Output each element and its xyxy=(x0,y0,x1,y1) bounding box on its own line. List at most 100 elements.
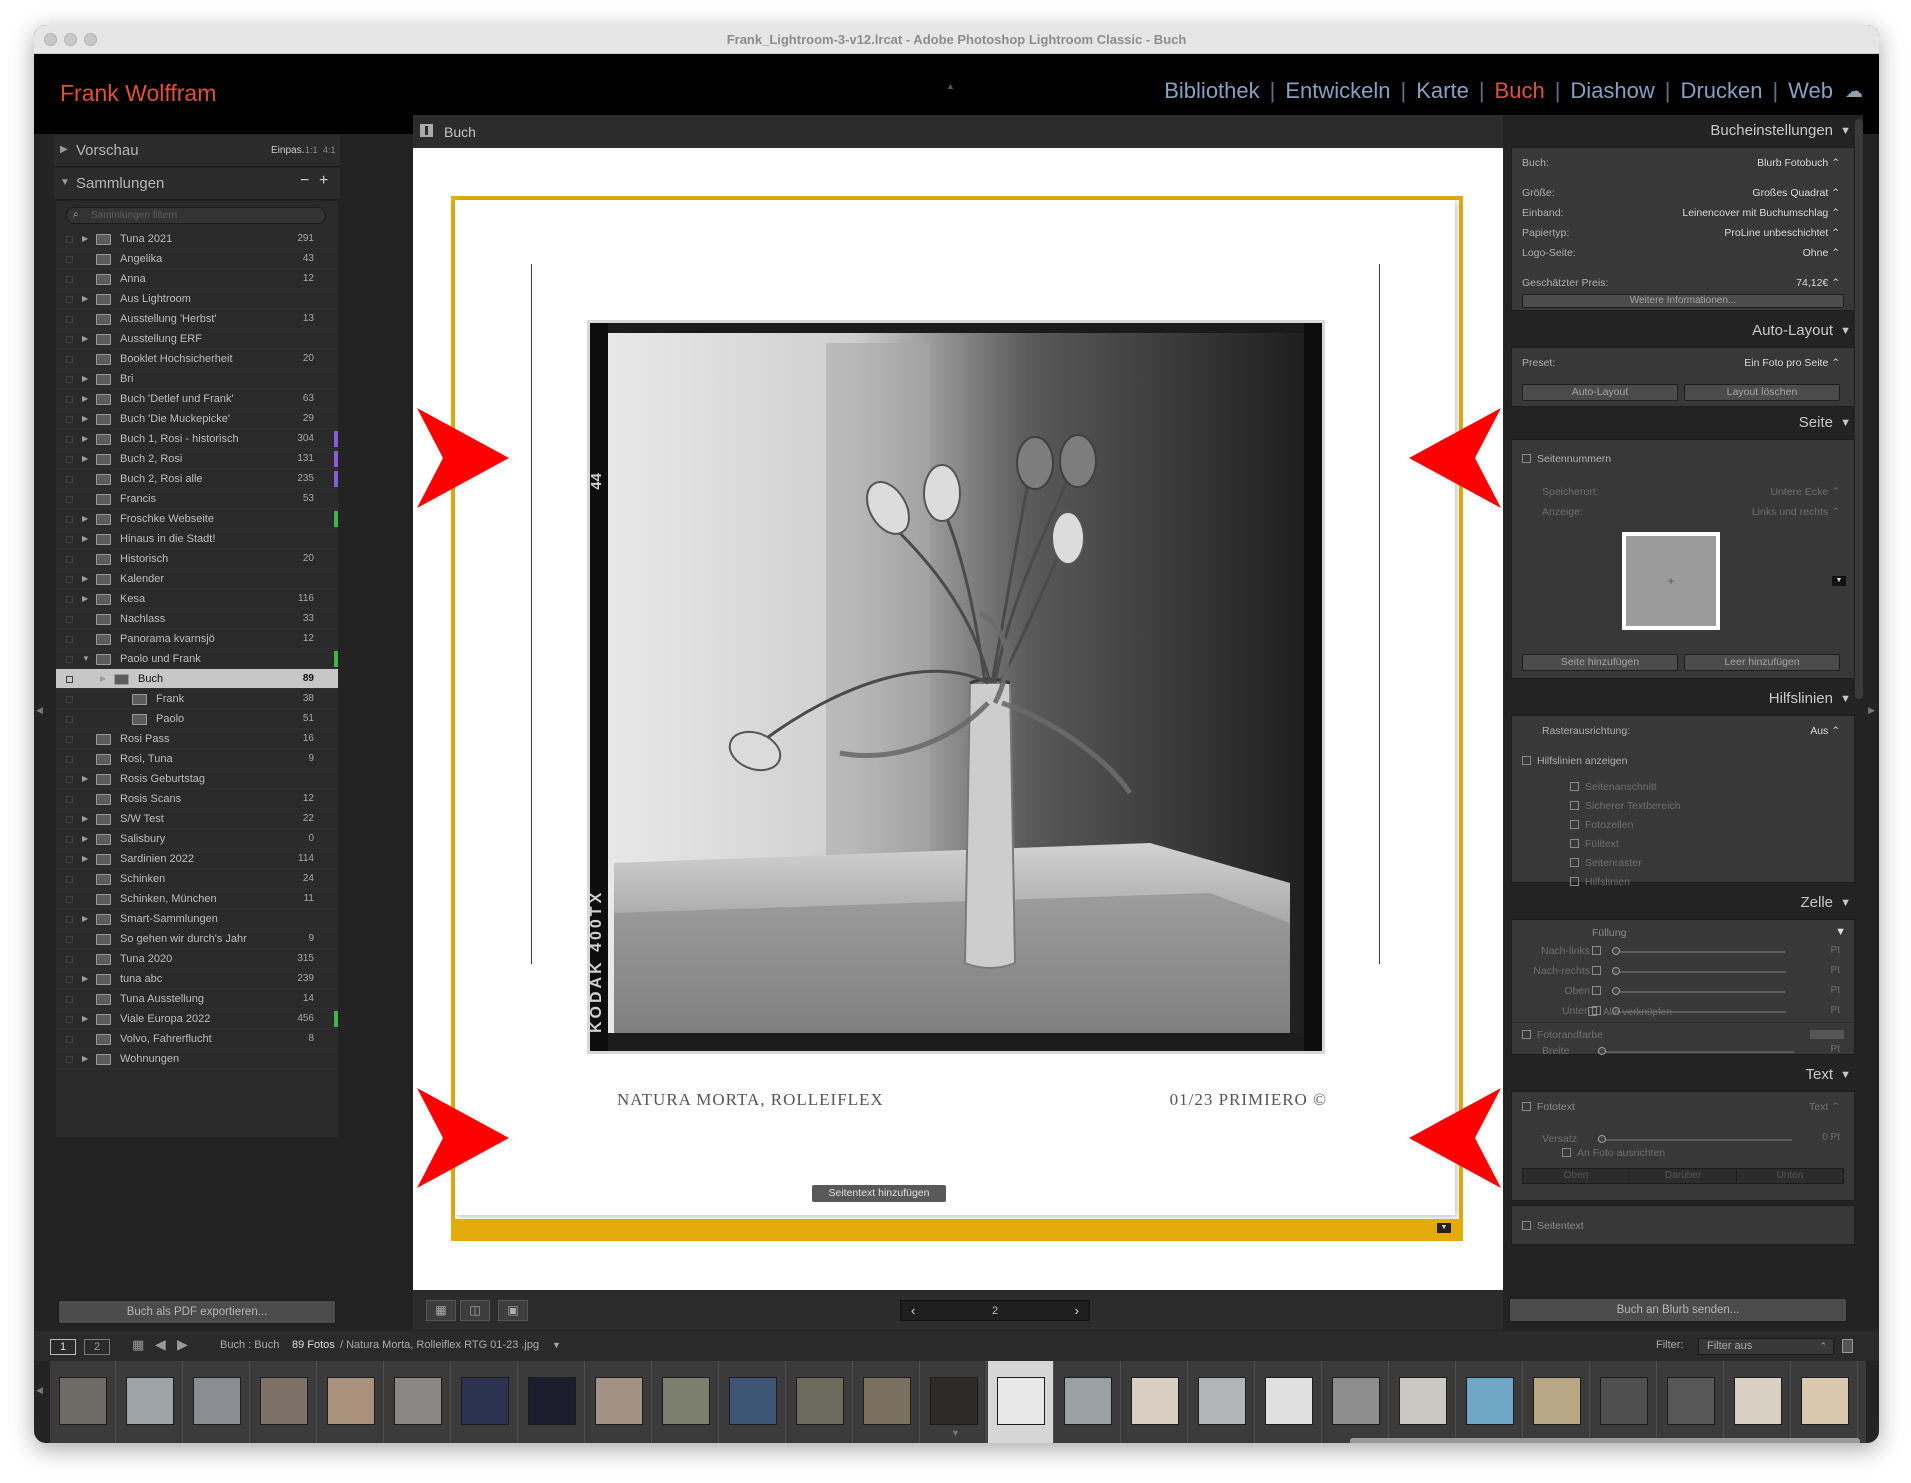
expand-triangle-icon[interactable]: ▶ xyxy=(82,449,88,469)
caption-right[interactable]: 01/23 PRIMIERO © xyxy=(1170,1090,1327,1110)
filmstrip-cell[interactable] xyxy=(1055,1361,1121,1443)
filmstrip-cell[interactable] xyxy=(586,1361,652,1443)
filter-lock-icon[interactable] xyxy=(1842,1339,1853,1353)
collection-row[interactable]: Paolo 51 xyxy=(56,709,338,729)
filmstrip-cell[interactable] xyxy=(251,1361,317,1443)
filmstrip-cell[interactable] xyxy=(117,1361,183,1443)
filmstrip-cell[interactable] xyxy=(50,1361,116,1443)
size-row[interactable]: Größe: Großes Quadrat ⌃ xyxy=(1522,184,1840,202)
collapse-triangle-icon[interactable]: ▼ xyxy=(82,649,90,669)
collection-row[interactable]: Buch 2, Rosi alle 235 xyxy=(56,469,338,489)
forward-arrow-icon[interactable]: ▶ xyxy=(177,1336,188,1353)
filmstrip-cell[interactable] xyxy=(720,1361,786,1443)
photo-cell[interactable]: 44 KODAK 400TX xyxy=(587,320,1325,1054)
filmstrip-cell[interactable] xyxy=(1323,1361,1389,1443)
filmstrip-left-icon[interactable]: ◀ xyxy=(36,1385,43,1396)
filter-dropdown[interactable]: Filter aus ⌃ xyxy=(1698,1338,1834,1355)
filmstrip-cell[interactable] xyxy=(385,1361,451,1443)
filmstrip-cell[interactable] xyxy=(519,1361,585,1443)
expand-triangle-icon[interactable]: ▶ xyxy=(82,829,88,849)
link-all-checkbox[interactable]: Alle verknüpfen xyxy=(1588,1004,1840,1022)
filmstrip-cell[interactable] xyxy=(1390,1361,1456,1443)
grid-view-icon[interactable]: ▦ xyxy=(132,1337,144,1353)
single-page-view-button[interactable]: ▣ xyxy=(498,1300,528,1321)
module-web[interactable]: Web xyxy=(1788,78,1833,104)
offset-slider[interactable] xyxy=(1598,1135,1792,1143)
padding-collapse-icon[interactable]: ▼ xyxy=(1835,926,1846,938)
filmstrip-cell[interactable] xyxy=(787,1361,853,1443)
collection-row[interactable]: Anna 12 xyxy=(56,269,338,289)
filmstrip-source[interactable]: Buch : Buch xyxy=(220,1339,279,1351)
collection-row[interactable]: ▶ Ausstellung ERF xyxy=(56,329,338,349)
add-blank-button[interactable]: Leer hinzufügen xyxy=(1684,654,1840,671)
expand-triangle-icon[interactable]: ▶ xyxy=(82,769,88,789)
cover-row[interactable]: Einband: Leinencover mit Buchumschlag ⌃ xyxy=(1522,204,1840,222)
padding-link-checkbox[interactable] xyxy=(1592,966,1601,975)
collection-row[interactable]: Francis 53 xyxy=(56,489,338,509)
filmstrip-cell[interactable] xyxy=(1256,1361,1322,1443)
auto-layout-button[interactable]: Auto-Layout xyxy=(1522,384,1678,401)
collections-panel-header[interactable]: ▼ Sammlungen − + xyxy=(54,168,340,200)
collection-row[interactable]: ▶ Salisbury 0 xyxy=(56,829,338,849)
next-page-icon[interactable]: › xyxy=(1075,1303,1079,1318)
padding-link-checkbox[interactable] xyxy=(1592,946,1601,955)
zoom-fit-option[interactable]: Einpas. xyxy=(271,145,304,156)
expand-triangle-icon[interactable]: ▶ xyxy=(82,289,88,309)
collection-row[interactable]: ▶ Buch 89 xyxy=(56,669,338,689)
collection-row[interactable]: Frank 38 xyxy=(56,689,338,709)
collection-row[interactable]: ▶ Buch 'Die Muckepicke' 29 xyxy=(56,409,338,429)
auto-layout-header[interactable]: Auto-Layout ▼ xyxy=(1511,315,1855,347)
export-pdf-button[interactable]: Buch als PDF exportieren... xyxy=(58,1300,336,1324)
expand-triangle-icon[interactable]: ▶ xyxy=(100,669,106,689)
collection-row[interactable]: ▼ Paolo und Frank xyxy=(56,649,338,669)
collection-row[interactable]: Rosi, Tuna 9 xyxy=(56,749,338,769)
collection-row[interactable]: ▶ Buch 2, Rosi 131 xyxy=(56,449,338,469)
second-window-button[interactable]: 2 xyxy=(84,1339,110,1355)
page-header[interactable]: Seite ▼ xyxy=(1511,407,1855,439)
module-buch[interactable]: Buch xyxy=(1495,78,1545,104)
collection-row[interactable]: So gehen wir durch's Jahr 9 xyxy=(56,929,338,949)
collection-row[interactable]: Schinken, München 11 xyxy=(56,889,338,909)
text-header[interactable]: Text ▼ xyxy=(1511,1059,1855,1091)
cell-header[interactable]: Zelle ▼ xyxy=(1511,887,1855,919)
border-color-swatch[interactable] xyxy=(1810,1030,1844,1039)
filmstrip-cell[interactable] xyxy=(1189,1361,1255,1443)
filmstrip-cell[interactable] xyxy=(1524,1361,1590,1443)
collection-row[interactable]: ▶ Sardinien 2022 114 xyxy=(56,849,338,869)
padding-slider[interactable] xyxy=(1612,947,1786,955)
collection-row[interactable]: Volvo, Fahrerflucht 8 xyxy=(56,1029,338,1049)
guide-checkbox[interactable]: Fotozellen xyxy=(1570,816,1830,834)
preview-panel-header[interactable]: ▶ Vorschau Einpas. 1:1 4:1 xyxy=(54,135,340,167)
collapse-top-arrow-icon[interactable]: ▲ xyxy=(946,81,955,91)
guides-header[interactable]: Hilfslinien ▼ xyxy=(1511,683,1855,715)
padding-slider[interactable] xyxy=(1612,987,1786,995)
add-page-button[interactable]: Seite hinzufügen xyxy=(1522,654,1678,671)
filmstrip-cell[interactable] xyxy=(1591,1361,1657,1443)
expand-triangle-icon[interactable]: ▶ xyxy=(82,809,88,829)
expand-triangle-icon[interactable]: ▶ xyxy=(82,969,88,989)
page-options-icon[interactable]: ▼ xyxy=(1437,1223,1451,1233)
filmstrip-cell[interactable] xyxy=(452,1361,518,1443)
guide-checkbox[interactable]: Sicherer Textbereich xyxy=(1570,797,1830,815)
book-spread[interactable]: 44 KODAK 400TX NATURA MORTA, ROLLEIFLEX … xyxy=(451,196,1463,1241)
expand-triangle-icon[interactable]: ▶ xyxy=(82,909,88,929)
border-width-slider[interactable] xyxy=(1598,1047,1794,1055)
page-numbers-checkbox[interactable]: Seitennummern xyxy=(1522,450,1840,468)
collection-row[interactable]: ▶ Buch 1, Rosi - historisch 304 xyxy=(56,429,338,449)
template-menu-icon[interactable]: ▼ xyxy=(1832,576,1846,586)
module-drucken[interactable]: Drucken xyxy=(1681,78,1763,104)
cloud-sync-icon[interactable]: ☁ xyxy=(1845,81,1863,102)
add-page-text-button[interactable]: Seitentext hinzufügen xyxy=(812,1185,946,1202)
preset-row[interactable]: Preset: Ein Foto pro Seite ⌃ xyxy=(1522,354,1840,372)
expand-triangle-icon[interactable]: ▶ xyxy=(82,229,88,249)
module-entwickeln[interactable]: Entwickeln xyxy=(1285,78,1390,104)
expand-triangle-icon[interactable]: ▶ xyxy=(82,849,88,869)
collection-row[interactable]: ▶ Smart-Sammlungen xyxy=(56,909,338,929)
expand-triangle-icon[interactable]: ▶ xyxy=(82,589,88,609)
collection-row[interactable]: ▶ Buch 'Detlef und Frank' 63 xyxy=(56,389,338,409)
collection-row[interactable]: Ausstellung 'Herbst' 13 xyxy=(56,309,338,329)
collection-row[interactable]: ▶ Kalender xyxy=(56,569,338,589)
collection-row[interactable]: ▶ Kesa 116 xyxy=(56,589,338,609)
align-to-photo-checkbox[interactable]: An Foto ausrichten xyxy=(1562,1144,1840,1162)
collapse-right-panel-icon[interactable]: ▶ xyxy=(1868,705,1875,716)
